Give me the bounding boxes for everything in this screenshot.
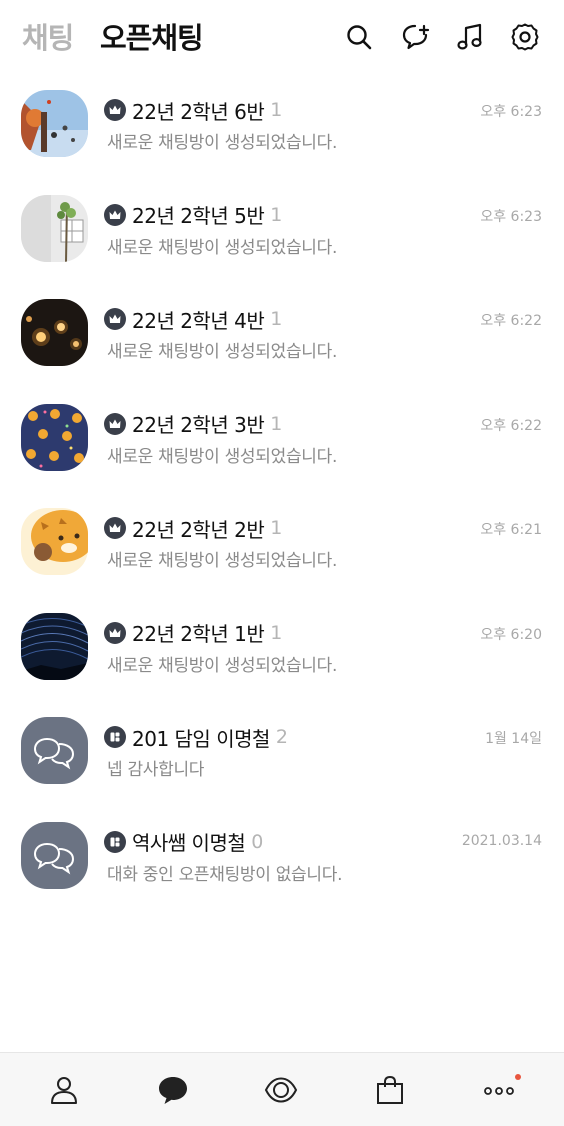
- crown-icon: [104, 203, 126, 226]
- chat-title-wrap: 22년 2학년 6반 1: [104, 95, 282, 125]
- chat-title: 22년 2학년 4반: [132, 308, 265, 333]
- chat-preview: 새로운 채팅방이 생성되었습니다.: [107, 655, 338, 676]
- chat-avatar: [21, 612, 88, 680]
- chat-time: 오후 6:22: [480, 313, 542, 329]
- chat-preview: 대화 중인 오픈채팅방이 없습니다.: [107, 864, 343, 885]
- chat-title: 22년 2학년 6반: [132, 99, 265, 124]
- chat-title: 22년 2학년 3반: [132, 413, 265, 437]
- chat-preview: 새로운 채팅방이 생성되었습니다.: [107, 446, 338, 467]
- chat-title: 22년 2학년 2반: [132, 517, 265, 542]
- member-count: 1: [270, 99, 283, 121]
- chat-row[interactable]: 22년 2학년 2반 1 새로운 채팅방이 생성되었습니다. 오후 6:21: [0, 496, 564, 601]
- chat-title: 201 담임 이명철: [132, 726, 270, 751]
- member-count: 1: [270, 621, 283, 644]
- chat-title-wrap: 22년 2학년 2반 1: [104, 513, 282, 543]
- chat-time: 오후 6:23: [480, 104, 542, 120]
- bottom-nav: [0, 1052, 564, 1126]
- member-count: 0: [251, 830, 264, 853]
- default-chat-avatar: [21, 821, 88, 889]
- more-icon[interactable]: [482, 1073, 516, 1107]
- default-chat-avatar: [21, 717, 88, 784]
- chat-row[interactable]: 22년 2학년 6반 1 새로운 채팅방이 생성되었습니다. 오후 6:23: [0, 78, 564, 183]
- member-count: 1: [270, 203, 283, 226]
- chat-title-wrap: 22년 2학년 5반 1: [104, 200, 282, 230]
- chat-preview: 새로운 채팅방이 생성되었습니다.: [107, 342, 338, 362]
- view-icon[interactable]: [264, 1073, 298, 1107]
- chat-title: 22년 2학년 5반: [132, 204, 265, 228]
- crown-icon: [104, 308, 126, 330]
- open-chat-icon: [104, 830, 126, 853]
- open-chat-list: 22년 2학년 6반 1 새로운 채팅방이 생성되었습니다. 오후 6:23 2…: [0, 78, 564, 914]
- chat-time: 오후 6:22: [480, 417, 542, 434]
- member-count: 1: [270, 308, 283, 330]
- shopping-icon[interactable]: [373, 1073, 407, 1107]
- member-count: 2: [275, 726, 288, 748]
- crown-icon: [104, 412, 126, 435]
- chat-title-wrap: 22년 2학년 3반 1: [104, 409, 282, 439]
- chat-title: 역사쌤 이명철: [132, 831, 246, 855]
- member-count: 1: [270, 412, 283, 435]
- chat-time: 오후 6:23: [480, 208, 542, 225]
- search-icon[interactable]: [344, 22, 374, 52]
- chat-title: 22년 2학년 1반: [132, 622, 265, 646]
- chat-title-wrap: 22년 2학년 1반 1: [104, 618, 282, 648]
- chat-avatar: [21, 403, 88, 471]
- chat-preview: 새로운 채팅방이 생성되었습니다.: [107, 551, 338, 571]
- chats-icon[interactable]: [156, 1073, 190, 1107]
- notification-dot: [515, 1074, 521, 1080]
- music-icon[interactable]: [455, 22, 485, 52]
- chat-time: 오후 6:20: [480, 626, 542, 643]
- new-chat-icon[interactable]: [401, 22, 431, 52]
- chat-avatar: [21, 90, 88, 157]
- crown-icon: [104, 517, 126, 539]
- chat-row[interactable]: 201 담임 이명철 2 넵 감사합니다 1월 14일: [0, 705, 564, 810]
- chat-title-wrap: 201 담임 이명철 2: [104, 722, 288, 752]
- chat-row[interactable]: 22년 2학년 1반 1 새로운 채팅방이 생성되었습니다. 오후 6:20: [0, 601, 564, 706]
- chat-time: 1월 14일: [485, 731, 542, 747]
- chat-preview: 새로운 채팅방이 생성되었습니다.: [107, 237, 338, 258]
- chat-avatar: [21, 508, 88, 575]
- friends-icon[interactable]: [47, 1073, 81, 1107]
- chat-row[interactable]: 22년 2학년 5반 1 새로운 채팅방이 생성되었습니다. 오후 6:23: [0, 183, 564, 288]
- chat-title-wrap: 역사쌤 이명철 0: [104, 827, 263, 857]
- chat-preview: 넵 감사합니다: [107, 760, 205, 780]
- chat-avatar: [21, 194, 88, 262]
- chat-row[interactable]: 22년 2학년 3반 1 새로운 채팅방이 생성되었습니다. 오후 6:22: [0, 392, 564, 497]
- chat-title-wrap: 22년 2학년 4반 1: [104, 304, 282, 334]
- crown-icon: [104, 621, 126, 644]
- chat-time: 2021.03.14: [461, 832, 542, 849]
- chat-preview: 새로운 채팅방이 생성되었습니다.: [107, 133, 338, 153]
- chat-row[interactable]: 역사쌤 이명철 0 대화 중인 오픈채팅방이 없습니다. 2021.03.14: [0, 810, 564, 915]
- member-count: 1: [270, 517, 283, 539]
- tab-open-chats[interactable]: 오픈채팅: [100, 18, 204, 58]
- chat-avatar: [21, 299, 88, 366]
- settings-icon[interactable]: [510, 22, 540, 52]
- header: 채팅 오픈채팅: [0, 0, 564, 78]
- tab-chats[interactable]: 채팅: [22, 18, 74, 58]
- crown-icon: [104, 99, 126, 121]
- chat-time: 오후 6:21: [480, 522, 542, 538]
- chat-row[interactable]: 22년 2학년 4반 1 새로운 채팅방이 생성되었습니다. 오후 6:22: [0, 287, 564, 392]
- open-chat-icon: [104, 726, 126, 748]
